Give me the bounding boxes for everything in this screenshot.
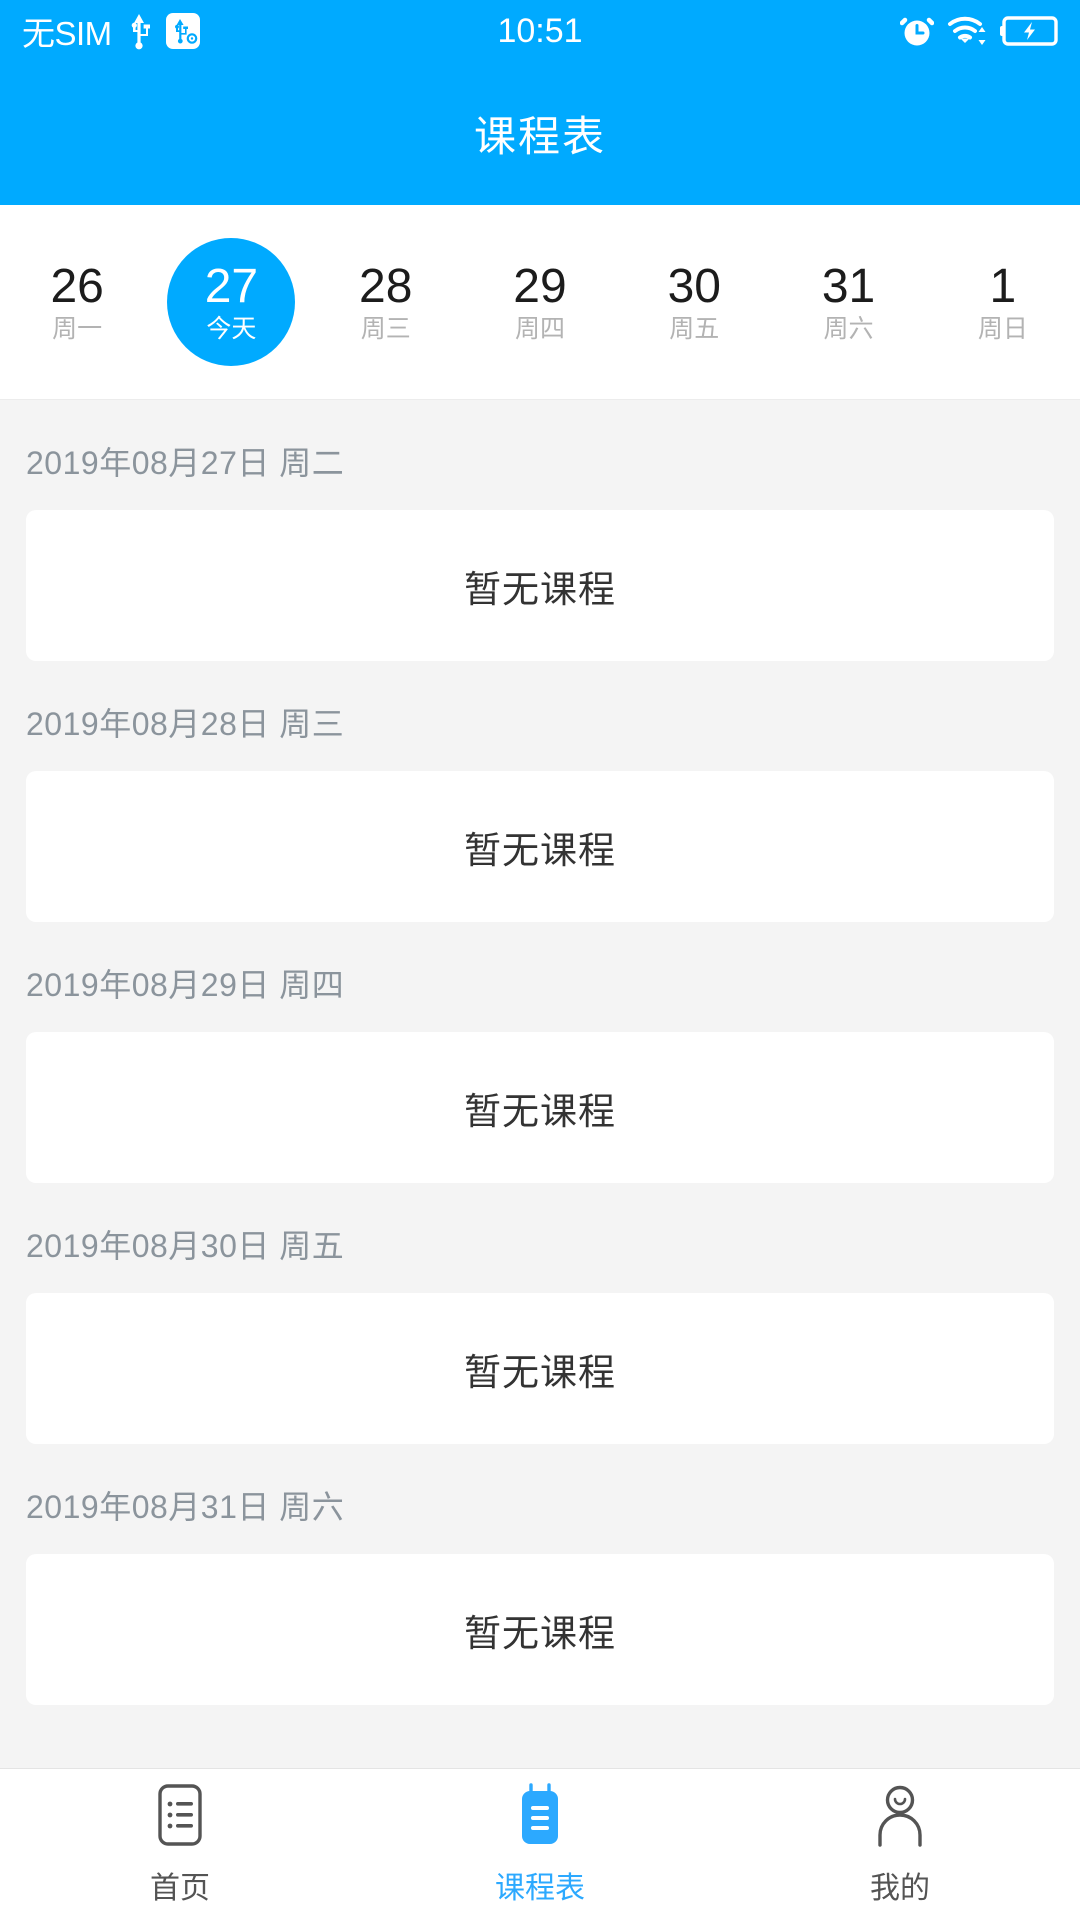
- wifi-icon: [947, 14, 987, 48]
- empty-state-text: 暂无课程: [464, 829, 616, 871]
- schedule-card[interactable]: 暂无课程: [26, 1032, 1054, 1183]
- week-day-label: 周五: [669, 314, 720, 343]
- person-icon: [869, 1783, 931, 1849]
- empty-state-text: 暂无课程: [464, 1090, 616, 1132]
- status-bar-right: [900, 13, 1058, 49]
- week-day-number: 29: [513, 259, 567, 313]
- week-day-pill: 30 周五: [630, 238, 758, 366]
- list-document-icon: [149, 1783, 211, 1849]
- page-title: 课程表: [473, 113, 606, 160]
- week-day-number: 31: [821, 259, 876, 313]
- schedule-section: 2019年08月27日 周二暂无课程: [0, 400, 1080, 661]
- usb-debug-icon: [165, 13, 200, 49]
- week-day-1[interactable]: 1 周日: [926, 205, 1080, 399]
- notebook-icon: [509, 1782, 571, 1849]
- week-day-31[interactable]: 31 周六: [771, 205, 925, 399]
- section-date-label: 2019年08月31日 周六: [26, 1489, 345, 1525]
- section-date-label: 2019年08月27日 周二: [26, 445, 345, 481]
- schedule-section: 2019年08月28日 周三暂无课程: [0, 661, 1080, 922]
- status-bar: 无SIM 10:51: [0, 0, 1080, 62]
- schedule-card[interactable]: 暂无课程: [26, 1293, 1054, 1444]
- week-day-label: 周一: [52, 314, 103, 343]
- week-day-label: 今天: [206, 314, 257, 343]
- schedule-card[interactable]: 暂无课程: [26, 1554, 1054, 1705]
- week-day-label: 周六: [823, 314, 874, 343]
- week-day-pill: 27 今天: [167, 238, 296, 366]
- week-day-27[interactable]: 27 今天: [154, 205, 308, 399]
- schedule-section: 2019年08月30日 周五暂无课程: [0, 1183, 1080, 1444]
- battery-charging-icon: [1000, 15, 1058, 47]
- empty-state-text: 暂无课程: [464, 1612, 616, 1654]
- week-day-28[interactable]: 28 周三: [309, 205, 463, 399]
- alarm-clock-icon: [900, 13, 934, 49]
- week-day-number: 27: [204, 259, 259, 313]
- section-date-label: 2019年08月30日 周五: [26, 1228, 345, 1264]
- week-date-strip[interactable]: 26 周一 27 今天 28 周三 29 周四 30 周五 31 周六 1 周日: [0, 205, 1080, 400]
- usb-icon: [126, 12, 152, 50]
- week-day-pill: 1 周日: [939, 238, 1067, 366]
- tab-item-1[interactable]: 首页: [0, 1769, 360, 1920]
- schedule-card[interactable]: 暂无课程: [26, 771, 1054, 922]
- week-day-number: 1: [989, 259, 1017, 313]
- status-bar-left: 无SIM: [22, 7, 200, 55]
- week-day-number: 26: [50, 259, 104, 313]
- tab-item-2[interactable]: 课程表: [360, 1769, 720, 1920]
- empty-state-text: 暂无课程: [464, 1351, 616, 1393]
- tab-label: 我的: [870, 1871, 930, 1905]
- week-day-pill: 31 周六: [785, 238, 913, 366]
- empty-state-text: 暂无课程: [464, 568, 616, 610]
- carrier-label: 无SIM: [22, 15, 112, 52]
- app-title-bar: 课程表: [0, 62, 1080, 205]
- week-day-pill: 26 周一: [13, 238, 141, 366]
- week-day-26[interactable]: 26 周一: [0, 205, 154, 399]
- app-root: 无SIM 10:51 课程表 26 周一 27 今天 28 周三 29 周四 3…: [0, 0, 1080, 1920]
- week-day-number: 30: [667, 259, 721, 313]
- schedule-list[interactable]: 2019年08月27日 周二 暂无课程 2019年08月28日 周三 暂无课程 2019…: [0, 400, 1080, 1768]
- schedule-section: 2019年08月29日 周四暂无课程: [0, 922, 1080, 1183]
- section-date-label: 2019年08月28日 周三: [26, 706, 345, 742]
- tab-item-3[interactable]: 我的: [720, 1769, 1080, 1920]
- tab-label: 首页: [150, 1871, 210, 1905]
- schedule-card[interactable]: 暂无课程: [26, 510, 1054, 661]
- week-day-29[interactable]: 29 周四: [463, 205, 617, 399]
- week-day-number: 28: [359, 259, 413, 313]
- week-day-label: 周三: [360, 314, 411, 343]
- section-date-label: 2019年08月29日 周四: [26, 967, 345, 1003]
- week-day-label: 周四: [514, 314, 565, 343]
- week-day-pill: 29 周四: [476, 238, 604, 366]
- tab-label: 课程表: [495, 1871, 585, 1905]
- week-day-pill: 28 周三: [322, 238, 450, 366]
- schedule-section: 2019年08月31日 周六暂无课程: [0, 1444, 1080, 1705]
- week-day-30[interactable]: 30 周五: [617, 205, 771, 399]
- bottom-tab-bar[interactable]: 首页 课程表 我的: [0, 1768, 1080, 1920]
- week-day-label: 周日: [977, 314, 1028, 343]
